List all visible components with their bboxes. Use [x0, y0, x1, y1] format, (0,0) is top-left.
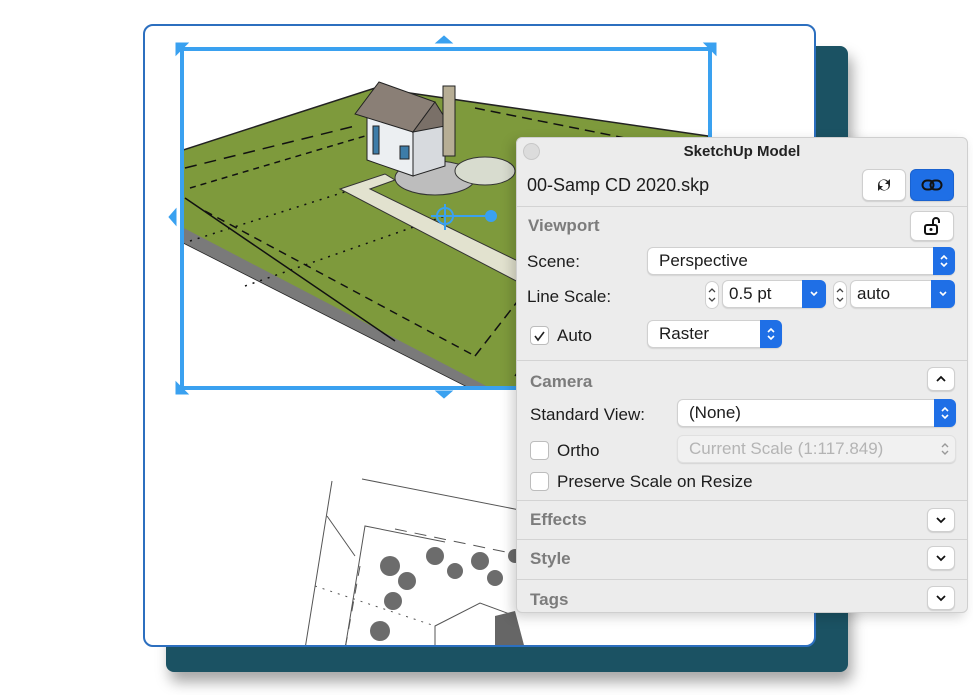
scene-value: Perspective [659, 251, 748, 270]
file-name: 00-Samp CD 2020.skp [527, 175, 710, 195]
chevron-down-icon [931, 280, 955, 308]
ortho-checkbox[interactable] [530, 441, 549, 460]
style-expand-button[interactable] [927, 546, 955, 570]
chevron-down-icon [936, 595, 946, 602]
render-mode-select[interactable]: Raster [647, 320, 782, 348]
effects-section[interactable]: Effects [517, 501, 967, 540]
link-icon [921, 179, 943, 191]
panel-title: SketchUp Model [683, 143, 801, 160]
tags-expand-button[interactable] [927, 586, 955, 610]
stepper-icon [708, 288, 716, 302]
lock-button[interactable] [910, 211, 954, 241]
camera-section: Camera Standard View: (None) Ortho Curre… [517, 361, 967, 501]
close-button[interactable] [523, 143, 540, 160]
panel-titlebar[interactable]: SketchUp Model [517, 138, 967, 166]
unlock-icon [924, 217, 940, 235]
checkmark-icon [534, 331, 545, 341]
chevron-down-icon [802, 280, 826, 308]
ortho-label: Ortho [557, 441, 600, 460]
line-scale-select[interactable]: 0.5 pt [722, 280, 826, 308]
resize-handle-top[interactable] [434, 35, 454, 44]
auto-checkbox[interactable] [530, 326, 549, 345]
scene-label: Scene: [527, 252, 580, 271]
updown-chevron-icon [760, 320, 782, 348]
auto-label: Auto [557, 326, 592, 345]
refresh-button[interactable] [862, 169, 906, 201]
effects-section-title: Effects [530, 510, 587, 529]
resize-handle-bottom[interactable] [434, 390, 454, 399]
file-row: 00-Samp CD 2020.skp [517, 166, 967, 207]
viewport-section-title: Viewport [528, 216, 600, 235]
line-scale-secondary-value: auto [857, 284, 891, 303]
viewport-section: Viewport Scene: Perspective Line Scale: … [517, 207, 967, 361]
camera-collapse-button[interactable] [927, 367, 955, 391]
tags-section-title: Tags [530, 590, 569, 609]
scale-select[interactable]: Current Scale (1:117.849) [677, 435, 956, 463]
updown-chevron-icon [940, 441, 950, 462]
chevron-down-icon [936, 517, 946, 524]
scale-value: Current Scale (1:117.849) [689, 439, 884, 458]
chevron-up-icon [936, 375, 946, 382]
camera-section-title: Camera [530, 372, 593, 391]
updown-chevron-icon [933, 247, 955, 275]
style-section-title: Style [530, 549, 571, 568]
standard-view-value: (None) [689, 403, 741, 422]
render-mode-value: Raster [659, 324, 710, 343]
line-scale-secondary-select[interactable]: auto [850, 280, 955, 308]
scene-select[interactable]: Perspective [647, 247, 955, 275]
sketchup-model-panel: SketchUp Model 00-Samp CD 2020.skp Viewp… [516, 137, 968, 613]
effects-expand-button[interactable] [927, 508, 955, 532]
updown-chevron-icon [934, 399, 956, 427]
standard-view-label: Standard View: [530, 405, 645, 424]
line-scale-value: 0.5 pt [729, 284, 772, 303]
tags-section[interactable]: Tags [517, 580, 967, 612]
style-section[interactable]: Style [517, 540, 967, 580]
site-plan-drawing [305, 478, 536, 645]
stepper-icon [836, 288, 844, 302]
chevron-down-icon [936, 555, 946, 562]
link-button[interactable] [910, 169, 954, 201]
line-scale-stepper[interactable] [705, 281, 719, 309]
line-scale-secondary-stepper[interactable] [833, 281, 847, 309]
preserve-scale-checkbox[interactable] [530, 472, 549, 491]
resize-handle-left[interactable] [168, 207, 177, 227]
line-scale-label: Line Scale: [527, 287, 612, 306]
preserve-scale-label: Preserve Scale on Resize [557, 472, 753, 491]
refresh-icon [877, 179, 891, 191]
standard-view-select[interactable]: (None) [677, 399, 956, 427]
